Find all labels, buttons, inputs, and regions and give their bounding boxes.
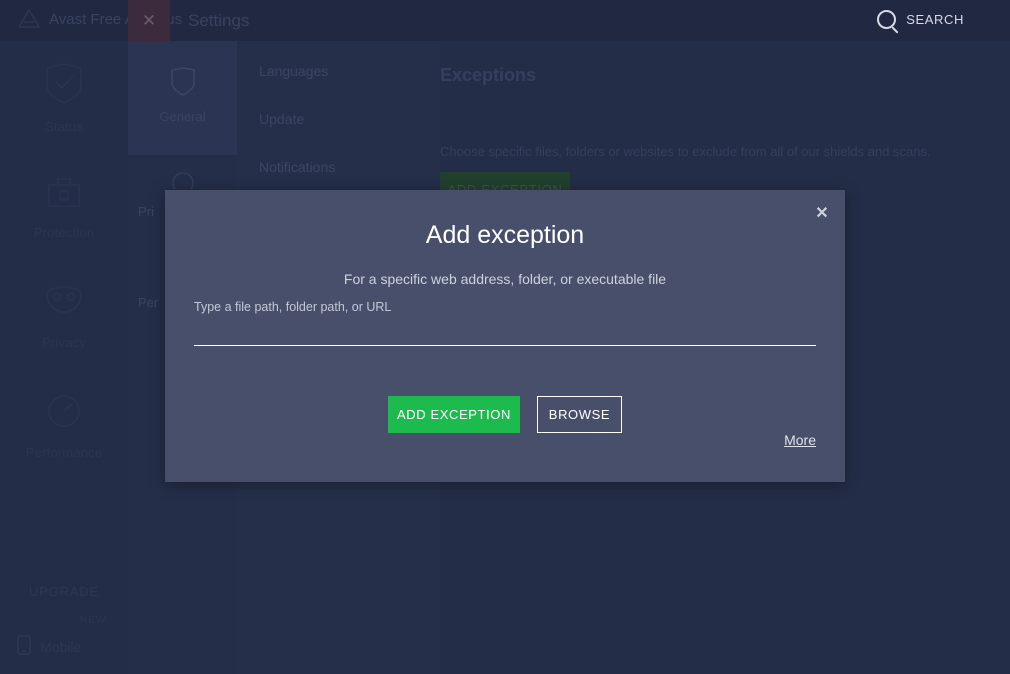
exceptions-heading: Exceptions: [440, 65, 536, 86]
dialog-title: Add exception: [165, 221, 845, 250]
exceptions-description: Choose specific files, folders or websit…: [440, 144, 931, 159]
sidebar-item-privacy[interactable]: Privacy: [0, 282, 128, 350]
subnav-item-notifications[interactable]: Notifications: [259, 159, 335, 175]
window-close-button[interactable]: ✕: [128, 0, 170, 41]
mobile-label: Mobile: [40, 639, 81, 655]
mask-icon: [43, 282, 85, 325]
speed-icon: [44, 392, 84, 435]
upgrade-button[interactable]: UPGRADE: [14, 578, 114, 604]
sidebar-item-label: Status: [45, 119, 83, 134]
new-badge: NEW: [80, 615, 106, 626]
shield-check-icon: [44, 62, 84, 109]
settings-category-label: Pri: [138, 204, 154, 219]
path-field-label: Type a file path, folder path, or URL: [194, 300, 391, 314]
more-link[interactable]: More: [784, 432, 816, 448]
settings-category-general[interactable]: General: [128, 41, 237, 155]
add-exception-button[interactable]: ADD EXCEPTION: [388, 396, 520, 433]
phone-icon: [16, 635, 32, 658]
dialog-subtitle: For a specific web address, folder, or e…: [165, 271, 845, 287]
close-icon: ✕: [142, 12, 156, 29]
subnav-item-update[interactable]: Update: [259, 111, 304, 127]
search-label: SEARCH: [906, 12, 964, 27]
sidebar-item-label: Protection: [34, 225, 95, 240]
sidebar-item-status[interactable]: Status: [0, 62, 128, 134]
path-field-wrapper: [194, 320, 816, 347]
settings-category-label: Per: [138, 295, 158, 310]
sidebar-item-performance[interactable]: Performance: [0, 392, 128, 460]
toolbox-icon: [44, 172, 84, 215]
subnav-item-languages[interactable]: Languages: [259, 63, 328, 79]
add-exception-dialog: ✕ Add exception For a specific web addre…: [165, 190, 845, 482]
search-button[interactable]: SEARCH: [877, 10, 964, 29]
avast-logo-icon: [18, 9, 40, 29]
go-mobile-button[interactable]: Mobile: [16, 635, 81, 658]
sidebar-item-label: Performance: [26, 445, 103, 460]
sidebar-item-label: Privacy: [42, 335, 86, 350]
subnav-label: Languages: [259, 63, 328, 79]
subnav-label: Notifications: [259, 159, 335, 175]
avast-settings-window: General Pri Per Languages: [0, 0, 1010, 674]
browse-button[interactable]: BROWSE: [537, 396, 622, 433]
path-input[interactable]: [194, 320, 816, 346]
shield-icon: [170, 67, 196, 100]
subnav-label: Update: [259, 111, 304, 127]
dialog-actions: ADD EXCEPTION BROWSE: [165, 396, 845, 433]
search-icon: [877, 10, 896, 29]
settings-header-title: Settings: [188, 11, 249, 31]
title-bar: Avast Free Antivirus ✕ Settings SEARCH: [0, 0, 1010, 41]
sidebar-item-protection[interactable]: Protection: [0, 172, 128, 240]
settings-category-label: General: [159, 109, 205, 124]
close-icon: ✕: [815, 203, 828, 223]
